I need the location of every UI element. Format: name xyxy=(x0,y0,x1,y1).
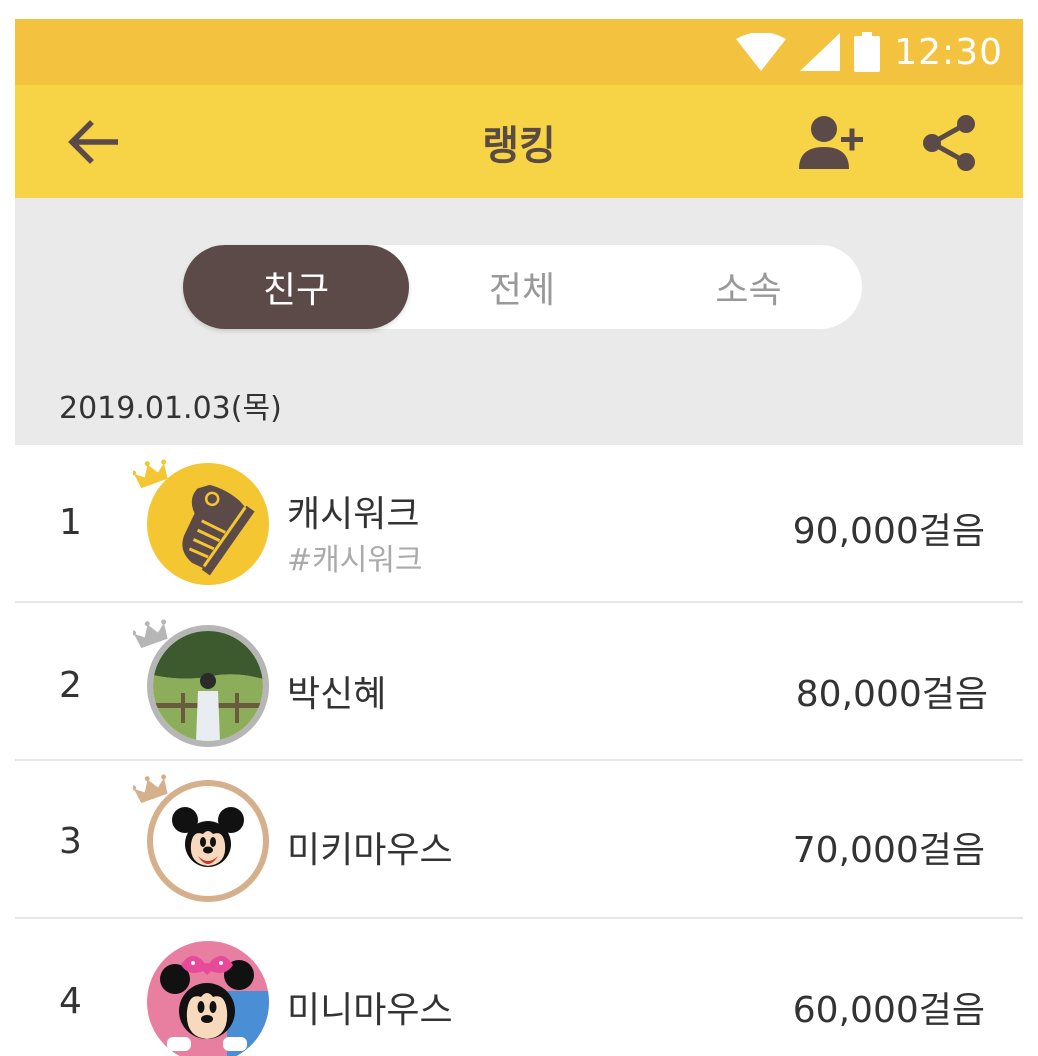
avatar xyxy=(147,463,269,585)
ranking-row[interactable]: 4 미니마우스 60,000걸음 xyxy=(15,919,1023,1056)
share-button[interactable] xyxy=(921,113,977,173)
add-friend-button[interactable] xyxy=(799,115,869,171)
tab-affiliation[interactable]: 소속 xyxy=(635,245,862,329)
ranking-date: 2019.01.03(목) xyxy=(59,391,282,426)
rank-number: 2 xyxy=(59,665,82,706)
person-add-icon xyxy=(799,116,863,169)
wifi-icon xyxy=(736,33,787,71)
status-icons: 12:30 xyxy=(736,29,1003,75)
step-count: 70,000걸음 xyxy=(792,830,985,871)
minnie-mouse-icon xyxy=(160,955,269,1056)
rank-number: 4 xyxy=(59,981,82,1022)
step-count: 80,000걸음 xyxy=(795,674,988,715)
step-count: 60,000걸음 xyxy=(792,990,985,1031)
user-name: 박신혜 xyxy=(287,674,387,715)
page-title: 랭킹 xyxy=(482,123,556,169)
user-name: 미니마우스 xyxy=(287,990,453,1031)
mickey-mouse-icon xyxy=(172,807,244,867)
avatar xyxy=(147,941,269,1056)
app-screen: 12:30 랭킹 친구 전체 소속 2019.01.03(목) 1 캐시워크 #… xyxy=(15,19,1023,1056)
user-tag: #캐시워크 xyxy=(287,543,423,578)
avatar xyxy=(147,625,269,747)
status-time: 12:30 xyxy=(894,31,1003,73)
avatar xyxy=(147,780,269,902)
rank-number: 3 xyxy=(59,821,82,862)
status-bar: 12:30 xyxy=(15,19,1023,85)
ranking-row[interactable]: 2 박신혜 80,000걸음 xyxy=(15,603,1023,761)
photo-avatar-image xyxy=(153,631,263,741)
user-name: 미키마우스 xyxy=(287,830,453,871)
ranking-tab-bar: 친구 전체 소속 xyxy=(183,245,862,329)
tab-friends[interactable]: 친구 xyxy=(183,245,409,329)
user-name: 캐시워크 xyxy=(287,494,420,535)
signal-icon xyxy=(800,33,841,71)
filter-area: 친구 전체 소속 2019.01.03(목) xyxy=(15,198,1023,445)
step-count: 90,000걸음 xyxy=(792,511,985,552)
tab-all[interactable]: 전체 xyxy=(409,245,635,329)
ranking-row[interactable]: 1 캐시워크 #캐시워크 90,000걸음 xyxy=(15,445,1023,603)
rank-number: 1 xyxy=(59,502,82,543)
app-bar: 랭킹 xyxy=(15,85,1023,198)
battery-icon xyxy=(854,32,881,72)
ranking-row[interactable]: 3 미키마우스 70,000걸음 xyxy=(15,761,1023,919)
share-icon xyxy=(923,115,975,171)
sneaker-icon xyxy=(182,484,255,576)
